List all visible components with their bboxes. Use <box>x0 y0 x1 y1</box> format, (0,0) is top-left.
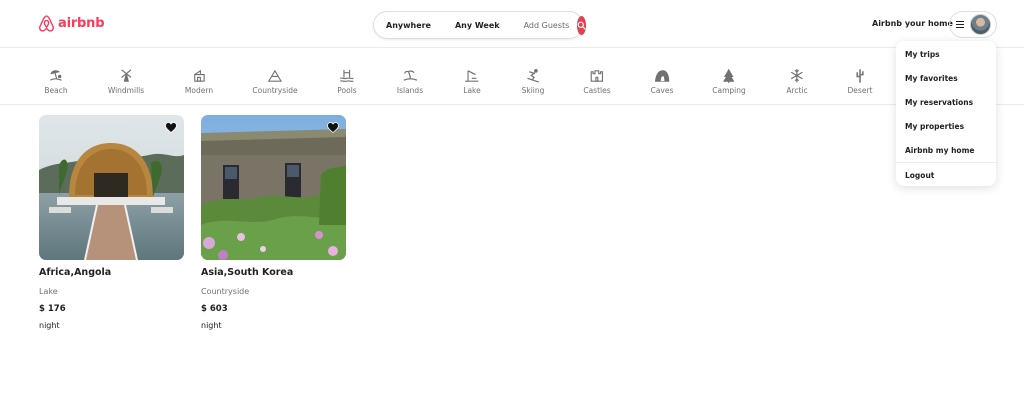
category-bar: Beach Windmills Modern Countryside Pools… <box>0 49 1024 105</box>
category-label: Modern <box>184 86 214 95</box>
listing-price: $ 603 <box>201 304 228 314</box>
category-castles[interactable]: Castles <box>583 68 611 95</box>
beach-icon <box>50 70 62 81</box>
snowflake-icon <box>791 68 803 83</box>
listing-category: Countryside <box>201 287 250 296</box>
category-label: Arctic <box>786 86 808 95</box>
listing-photo[interactable] <box>39 115 184 260</box>
host-your-home-link[interactable]: Airbnb your home <box>872 19 953 28</box>
listing-card[interactable]: Africa,Angola Lake $ 176 night <box>39 115 184 330</box>
top-navbar: airbnb Anywhere Any Week Add Guests Airb… <box>0 0 1024 48</box>
listing-photo-image <box>201 115 346 260</box>
user-menu-button[interactable] <box>949 11 997 38</box>
category-label: Beach <box>44 86 68 95</box>
lake-icon <box>465 70 479 82</box>
hamburger-icon <box>956 21 964 28</box>
category-camping[interactable]: Camping <box>712 68 746 95</box>
castle-icon <box>590 70 604 82</box>
category-beach[interactable]: Beach <box>44 68 68 95</box>
category-windmills[interactable]: Windmills <box>108 68 144 95</box>
category-label: Skiing <box>521 86 545 95</box>
listing-price-unit: night <box>201 321 222 330</box>
modern-house-icon <box>193 69 205 82</box>
listing-photo[interactable] <box>201 115 346 260</box>
category-label: Camping <box>712 86 746 95</box>
category-label: Pools <box>337 86 357 95</box>
category-pools[interactable]: Pools <box>337 68 357 95</box>
menu-item-logout[interactable]: Logout <box>905 171 934 180</box>
camping-icon <box>723 68 735 83</box>
category-islands[interactable]: Islands <box>397 68 423 95</box>
airbnb-logo-icon <box>39 15 54 32</box>
menu-item-my-favorites[interactable]: My favorites <box>905 74 958 83</box>
category-label: Castles <box>583 86 611 95</box>
listing-category: Lake <box>39 287 58 296</box>
brand-name: airbnb <box>58 16 105 31</box>
category-caves[interactable]: Caves <box>650 68 674 95</box>
search-button[interactable] <box>577 15 587 35</box>
listing-price-unit: night <box>39 321 60 330</box>
category-label: Islands <box>396 86 424 95</box>
category-skiing[interactable]: Skiing <box>521 68 545 95</box>
category-lake[interactable]: Lake <box>463 68 481 95</box>
cactus-icon <box>856 69 864 83</box>
category-arctic[interactable]: Arctic <box>786 68 808 95</box>
category-label: Lake <box>463 86 481 95</box>
windmill-icon <box>120 69 132 82</box>
search-where[interactable]: Anywhere <box>374 21 443 30</box>
mountain-icon <box>267 69 283 82</box>
category-label: Desert <box>847 86 873 95</box>
category-countryside[interactable]: Countryside <box>252 68 298 95</box>
menu-item-airbnb-my-home[interactable]: Airbnb my home <box>905 146 974 155</box>
search-icon <box>577 21 586 29</box>
listing-location: Africa,Angola <box>39 267 112 278</box>
category-label: Caves <box>650 86 674 95</box>
search-when[interactable]: Any Week <box>443 21 512 30</box>
menu-divider <box>896 162 996 163</box>
search-guests[interactable]: Add Guests <box>512 21 576 30</box>
favorite-heart-icon[interactable] <box>165 122 177 133</box>
island-icon <box>403 70 417 81</box>
skiing-icon <box>527 68 539 83</box>
category-label: Countryside <box>252 86 298 95</box>
pool-icon <box>340 69 354 82</box>
user-dropdown-menu: My trips My favorites My reservations My… <box>896 41 996 186</box>
listing-location: Asia,South Korea <box>201 267 294 278</box>
listing-price: $ 176 <box>39 304 66 314</box>
menu-item-my-properties[interactable]: My properties <box>905 122 964 131</box>
listing-photo-image <box>39 115 184 260</box>
category-modern[interactable]: Modern <box>185 68 213 95</box>
favorite-heart-icon[interactable] <box>327 122 339 133</box>
airbnb-logo[interactable]: airbnb <box>38 14 105 33</box>
category-desert[interactable]: Desert <box>847 68 873 95</box>
cave-icon <box>654 70 670 82</box>
menu-item-my-trips[interactable]: My trips <box>905 50 940 59</box>
search-bar[interactable]: Anywhere Any Week Add Guests <box>373 11 587 39</box>
category-label: Windmills <box>107 86 145 95</box>
menu-item-my-reservations[interactable]: My reservations <box>905 98 973 107</box>
listing-card[interactable]: Asia,South Korea Countryside $ 603 night <box>201 115 346 330</box>
avatar <box>970 14 991 35</box>
